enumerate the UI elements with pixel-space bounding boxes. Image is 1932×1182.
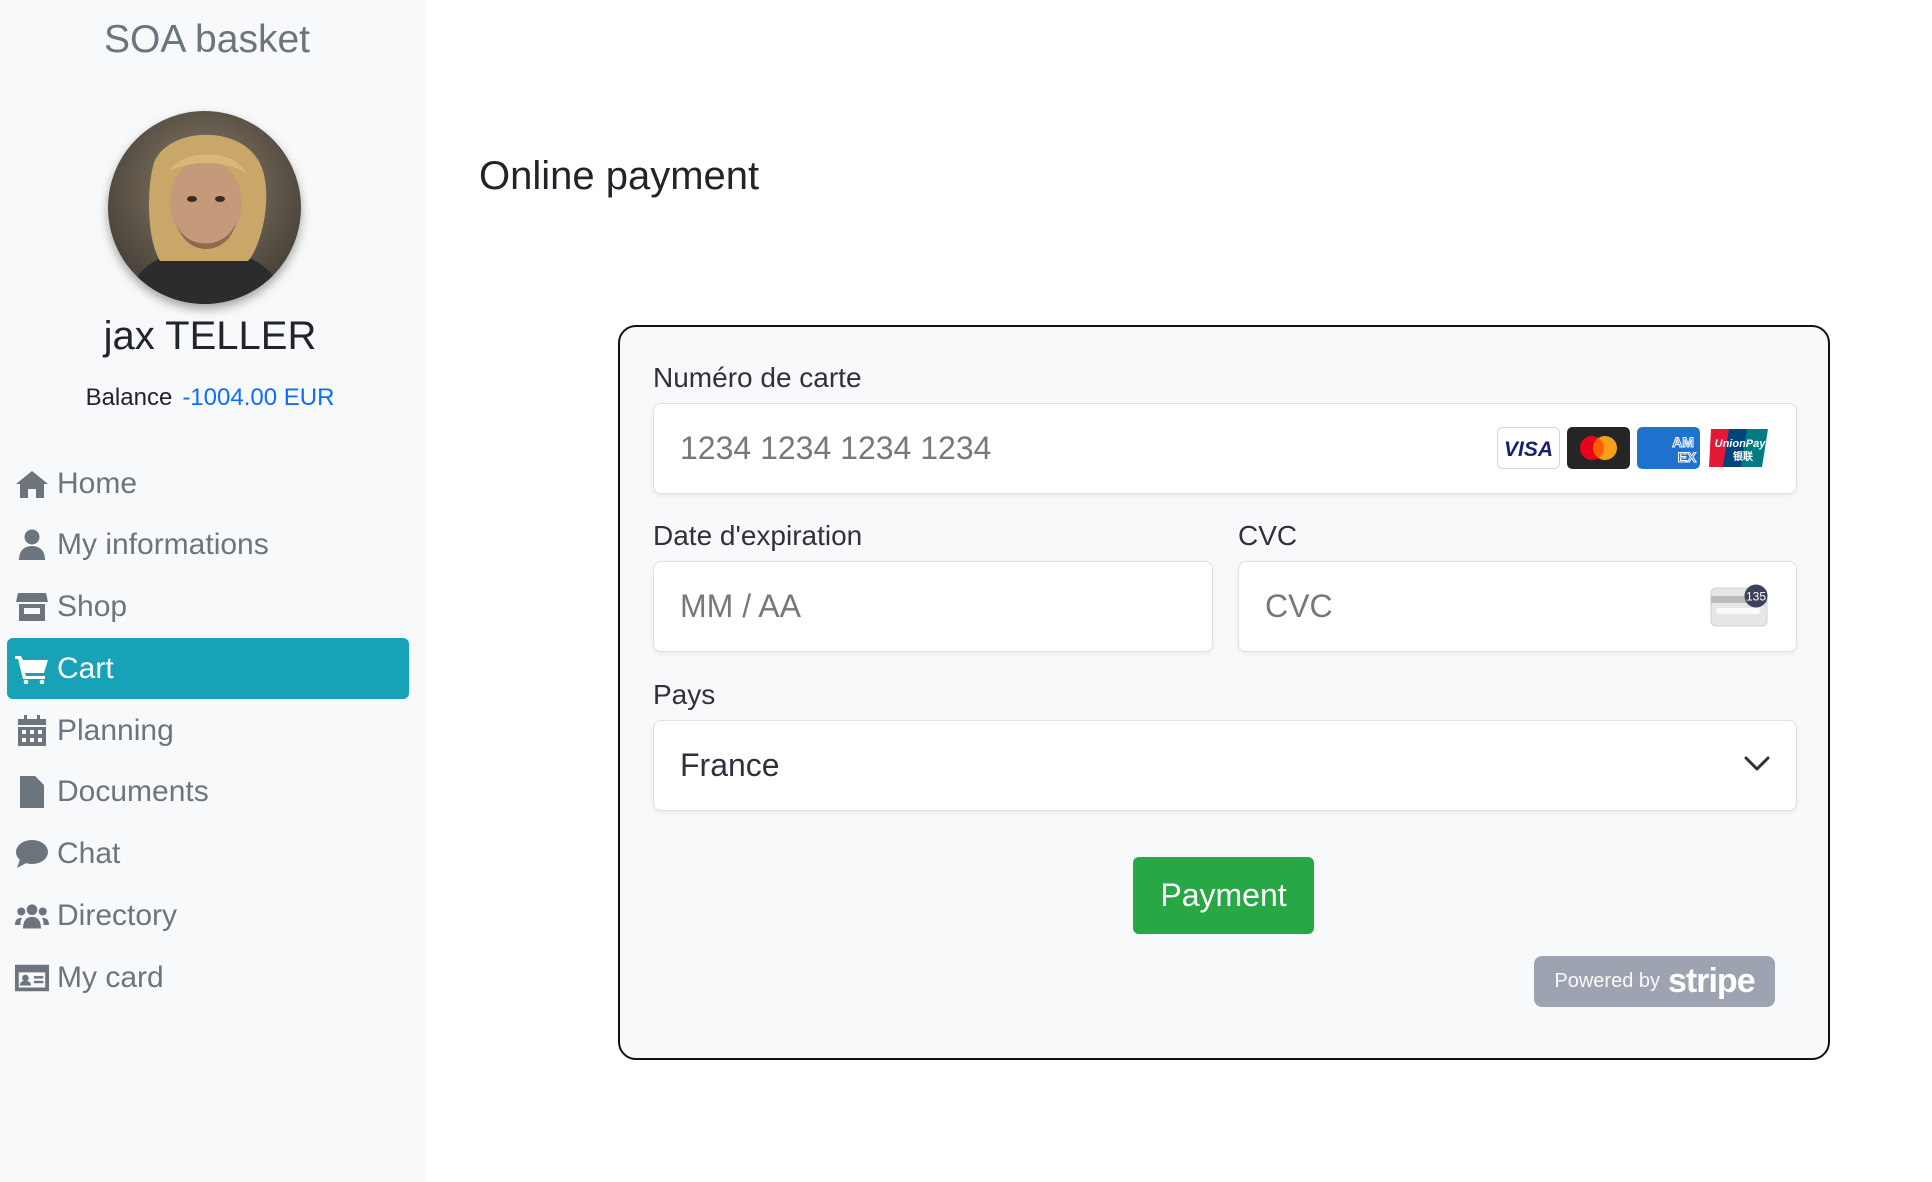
payment-button[interactable]: Payment: [1133, 857, 1314, 934]
country-select[interactable]: France: [653, 720, 1797, 811]
sidebar-item-home[interactable]: Home: [7, 453, 409, 514]
user-name: jax TELLER: [103, 314, 317, 358]
page-title: Online payment: [479, 154, 760, 198]
expiry-placeholder: MM / AA: [680, 588, 801, 624]
powered-by-text: Powered by: [1554, 970, 1661, 992]
amex-icon: AM EX: [1637, 427, 1700, 469]
unionpay-icon: UnionPay 银联: [1707, 427, 1770, 469]
card-number-placeholder: 1234 1234 1234 1234: [680, 430, 992, 466]
users-icon: [15, 900, 49, 932]
sidebar-item-label: My informations: [57, 528, 269, 562]
sidebar-item-label: Directory: [57, 899, 178, 933]
expiry-input[interactable]: MM / AA: [653, 561, 1213, 652]
card-number-input[interactable]: 1234 1234 1234 1234 VISA AM EX UnionPay …: [653, 403, 1797, 494]
visa-text: VISA: [1504, 438, 1553, 461]
sidebar-item-cart[interactable]: Cart: [7, 638, 409, 700]
cvc-card-icon: 135: [1710, 584, 1768, 627]
cart-icon: [15, 653, 49, 685]
powered-by-stripe-badge[interactable]: Powered by stripe: [1534, 956, 1775, 1007]
sidebar-item-label: Chat: [57, 837, 121, 871]
sidebar-item-documents[interactable]: Documents: [7, 762, 409, 823]
svg-text:UnionPay: UnionPay: [1715, 438, 1767, 450]
svg-text:银联: 银联: [1733, 450, 1753, 463]
country-label: Pays: [653, 679, 716, 710]
sidebar-item-directory[interactable]: Directory: [7, 886, 409, 947]
expiry-label: Date d'expiration: [653, 520, 863, 551]
mastercard-icon: [1567, 427, 1630, 469]
sidebar-item-label: Home: [57, 466, 138, 500]
stripe-logo: stripe: [1668, 962, 1756, 1000]
file-icon: [15, 776, 49, 809]
brand-title[interactable]: SOA basket: [0, 18, 414, 62]
sidebar-item-shop[interactable]: Shop: [7, 577, 409, 638]
svg-text:AM: AM: [1672, 434, 1694, 450]
cvc-icon-digits: 135: [1746, 590, 1766, 604]
chevron-down-icon: [1744, 756, 1770, 771]
id-card-icon: [15, 962, 49, 994]
sidebar: SOA basket jax TELLER Balance -1004.00 EU…: [0, 0, 426, 1182]
card-number-label: Numéro de carte: [653, 362, 862, 393]
cvc-input[interactable]: CVC 135: [1238, 561, 1797, 652]
avatar: [108, 111, 301, 304]
sidebar-item-chat[interactable]: Chat: [7, 824, 409, 885]
sidebar-item-label: Shop: [57, 590, 128, 624]
card-brand-icons: VISA AM EX UnionPay 银联: [1497, 427, 1770, 469]
calendar-icon: [15, 714, 49, 747]
country-value: France: [680, 747, 780, 783]
chat-icon: [15, 838, 49, 870]
sidebar-item-label: Planning: [57, 713, 174, 747]
store-icon: [15, 591, 49, 623]
sidebar-item-my-card[interactable]: My card: [7, 947, 409, 1008]
balance-label: Balance: [85, 384, 173, 411]
sidebar-item-my-informations[interactable]: My informations: [7, 515, 409, 576]
balance-value: -1004.00 EUR: [182, 384, 335, 411]
sidebar-item-label: Cart: [57, 651, 114, 685]
sidebar-item-planning[interactable]: Planning: [7, 700, 409, 761]
payment-form: Numéro de carte 1234 1234 1234 1234 VISA…: [618, 325, 1830, 1060]
sidebar-item-label: My card: [57, 960, 164, 994]
user-icon: [15, 529, 49, 561]
visa-icon: VISA: [1497, 427, 1560, 469]
balance: Balance -1004.00 EUR: [0, 384, 420, 412]
cvc-label: CVC: [1238, 520, 1298, 551]
svg-text:EX: EX: [1678, 449, 1697, 465]
home-icon: [15, 468, 49, 500]
cvc-placeholder: CVC: [1265, 588, 1333, 624]
sidebar-item-label: Documents: [57, 775, 209, 809]
sidebar-nav: Home My informations Shop Cart Planning: [7, 453, 409, 1009]
